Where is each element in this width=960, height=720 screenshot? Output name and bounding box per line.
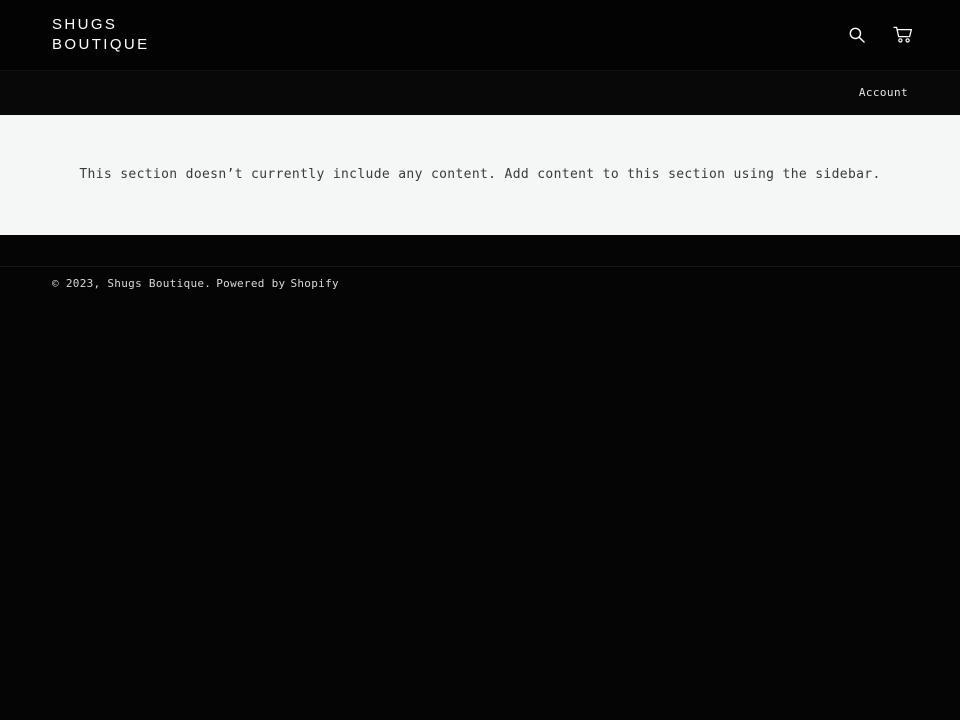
search-icon: [848, 26, 866, 44]
page-root: SHUGS BOUTIQUE Account This section does…: [0, 0, 960, 720]
site-footer: © 2023, Shugs Boutique. Powered by Shopi…: [0, 235, 960, 720]
empty-section-message: This section doesn’t currently include a…: [79, 167, 881, 182]
main-content-area: This section doesn’t currently include a…: [0, 115, 960, 235]
cart-icon: [893, 26, 913, 44]
header-icon-group: [844, 0, 916, 70]
footer-powered-by-text: Powered by: [216, 277, 286, 290]
nav-item-account[interactable]: Account: [859, 86, 908, 100]
search-button[interactable]: [844, 22, 870, 48]
cart-button[interactable]: [890, 22, 916, 48]
footer-shopify-link[interactable]: Shopify: [290, 276, 338, 292]
footer-copyright-text: © 2023, Shugs Boutique.: [52, 277, 212, 290]
site-logo-link[interactable]: SHUGS BOUTIQUE: [52, 15, 172, 55]
footer-divider: [0, 266, 960, 267]
footer-copyright-row: © 2023, Shugs Boutique. Powered by Shopi…: [52, 276, 339, 292]
site-header: SHUGS BOUTIQUE: [0, 0, 960, 70]
site-logo-text: SHUGS BOUTIQUE: [52, 16, 150, 53]
account-nav-bar: Account: [0, 70, 960, 115]
